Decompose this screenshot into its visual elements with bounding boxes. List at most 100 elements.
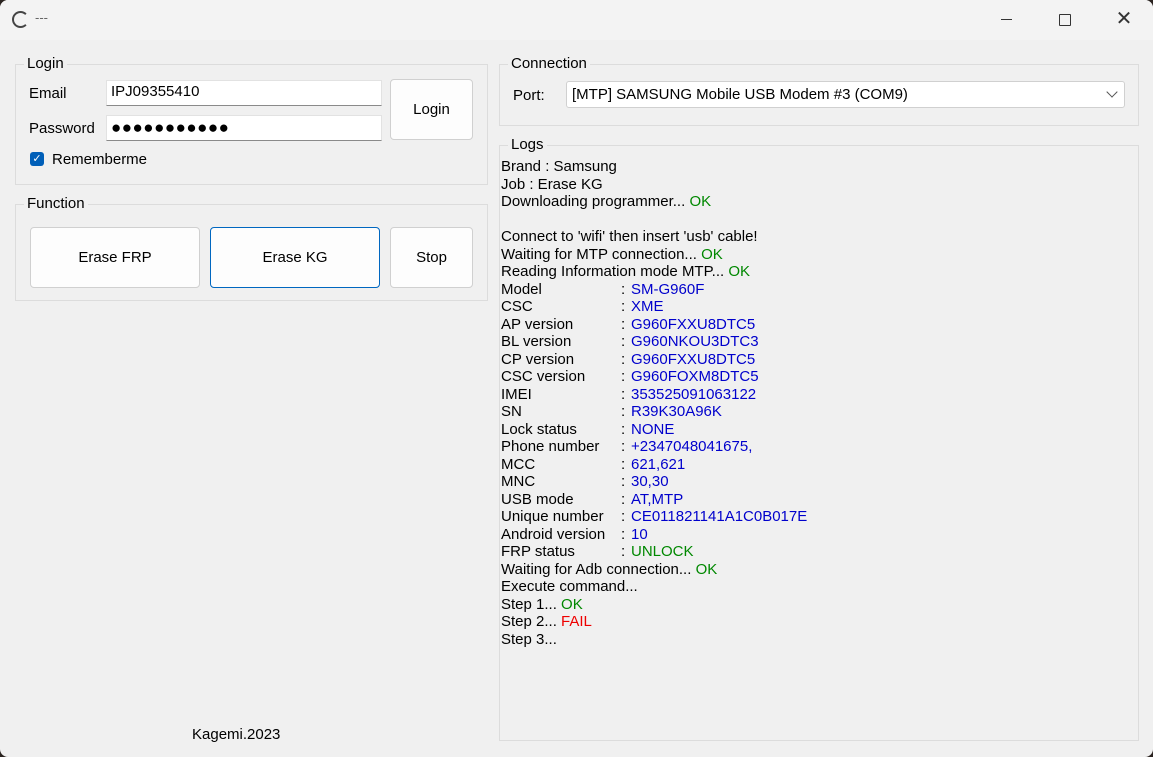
login-group-title: Login: [24, 55, 67, 72]
log-info-separator: :: [621, 543, 626, 560]
log-info-separator: :: [621, 298, 626, 315]
close-button[interactable]: ✕: [1094, 0, 1152, 40]
log-line-text: Brand : Samsung: [501, 158, 617, 175]
log-info-separator: :: [621, 403, 626, 420]
logs-group-title: Logs: [508, 136, 547, 153]
log-info-key: BL version: [501, 333, 572, 350]
erase-frp-button[interactable]: Erase FRP: [30, 227, 200, 288]
minimize-icon: [1001, 19, 1012, 20]
log-info-key: SN: [501, 403, 522, 420]
minimize-button[interactable]: [977, 0, 1035, 40]
log-info-line: Unique number: CE011821141A1C0B017E: [501, 508, 1131, 526]
log-info-value: 621,621: [631, 455, 686, 473]
log-info-key: USB mode: [501, 490, 574, 508]
log-info-separator: :: [621, 490, 626, 508]
log-line: Execute command...: [501, 578, 1131, 596]
log-info-line: IMEI:353525091063122: [501, 386, 1131, 404]
maximize-button[interactable]: [1035, 0, 1093, 40]
log-info-value: UNLOCK: [631, 543, 694, 560]
log-info-separator: :: [621, 455, 626, 473]
log-info-value: SM-G960F: [631, 280, 705, 298]
log-line: Step 2... FAIL: [501, 613, 1131, 631]
log-status: FAIL: [561, 613, 592, 630]
log-line-text: Step 2...: [501, 613, 562, 630]
log-status: OK: [561, 595, 583, 613]
log-info-separator: :: [621, 438, 626, 455]
app-window: --- ✕ Login Email IPJ09355410 Password ●…: [0, 0, 1153, 757]
log-line-text: Step 3...: [501, 630, 557, 648]
log-info-key: CSC: [501, 298, 533, 315]
log-info-key: Lock status: [501, 420, 577, 438]
window-title: ---: [35, 10, 48, 25]
log-info-line: Model: SM-G960F: [501, 281, 1131, 299]
remember-checkbox[interactable]: ✓: [30, 152, 44, 166]
log-line-text: Reading Information mode MTP...: [501, 263, 729, 280]
log-info-key: AP version: [501, 315, 574, 333]
log-info-line: USB mode: AT,MTP: [501, 491, 1131, 509]
log-line: Job : Erase KG: [501, 176, 1131, 194]
log-info-value: NONE: [631, 420, 675, 438]
log-info-separator: :: [621, 315, 626, 333]
log-status: OK: [728, 263, 751, 280]
log-info-value: G960FXXU8DTC5: [631, 350, 756, 368]
log-info-value: G960FXXU8DTC5: [631, 315, 756, 333]
log-line: Waiting for Adb connection... OK: [501, 561, 1131, 579]
log-line: Waiting for MTP connection... OK: [501, 246, 1131, 264]
log-info-separator: :: [621, 473, 626, 490]
log-line-text: Step 1...: [501, 595, 562, 613]
log-info-key: Phone number: [501, 438, 600, 455]
email-field[interactable]: IPJ09355410: [106, 80, 382, 106]
log-info-separator: :: [621, 368, 626, 385]
log-info-separator: :: [621, 280, 626, 298]
log-info-separator: :: [621, 333, 626, 350]
email-label: Email: [29, 85, 67, 102]
log-line-text: Execute command...: [501, 578, 638, 595]
log-line-text: Job : Erase KG: [501, 175, 603, 193]
log-info-separator: :: [621, 420, 626, 438]
log-info-key: Model: [501, 280, 542, 298]
port-select[interactable]: [MTP] SAMSUNG Mobile USB Modem #3 (COM9): [566, 81, 1125, 108]
password-field[interactable]: ●●●●●●●●●●●: [106, 115, 382, 141]
password-label: Password: [29, 120, 95, 137]
log-info-line: CSC: XME: [501, 298, 1131, 316]
log-line-text: Waiting for MTP connection...: [501, 245, 702, 263]
erase-kg-button[interactable]: Erase KG: [210, 227, 380, 288]
stop-button[interactable]: Stop: [390, 227, 473, 288]
log-info-key: IMEI: [501, 385, 532, 403]
log-info-value: G960NKOU3DTC3: [631, 333, 759, 350]
log-line: Step 1... OK: [501, 596, 1131, 614]
log-info-value: G960FOXM8DTC5: [631, 368, 759, 385]
log-output: Brand : Samsung Job : Erase KG Downloading…: [501, 158, 1131, 738]
chevron-down-icon[interactable]: [1106, 86, 1118, 98]
log-line-text: Waiting for Adb connection...: [501, 560, 696, 578]
log-info-line: MNC:30,30: [501, 473, 1131, 491]
log-info-key: Unique number: [501, 508, 604, 525]
log-info-line: Android version:10: [501, 526, 1131, 544]
log-line-text: Downloading programmer...: [501, 193, 690, 210]
log-info-key: MNC: [501, 473, 536, 490]
log-info-value: 30,30: [631, 473, 669, 490]
log-info-line: CP version: G960FXXU8DTC5: [501, 351, 1131, 369]
login-button[interactable]: Login: [390, 79, 473, 140]
log-line: Brand : Samsung: [501, 158, 1131, 176]
log-info-value: +2347048041675,: [631, 438, 753, 455]
port-label: Port:: [513, 87, 545, 104]
loading-icon: [12, 11, 29, 28]
log-info-separator: :: [621, 385, 626, 403]
log-info-line: Phone number: +2347048041675,: [501, 438, 1131, 456]
log-status: OK: [695, 560, 718, 578]
log-info-line: AP version: G960FXXU8DTC5: [501, 316, 1131, 334]
log-info-line: CSC version: G960FOXM8DTC5: [501, 368, 1131, 386]
log-info-separator: :: [621, 508, 626, 525]
log-line: Step 3...: [501, 631, 1131, 649]
log-info-key: CP version: [501, 350, 575, 368]
log-info-value: 353525091063122: [631, 385, 757, 403]
log-line-text: Connect to 'wifi' then insert 'usb' cabl…: [501, 228, 758, 245]
log-status: OK: [701, 245, 723, 263]
title-bar: --- ✕: [0, 0, 1153, 40]
log-status: OK: [689, 193, 712, 210]
log-info-value: XME: [631, 298, 664, 315]
log-info-line: BL version: G960NKOU3DTC3: [501, 333, 1131, 351]
log-info-key: FRP status: [501, 543, 575, 560]
